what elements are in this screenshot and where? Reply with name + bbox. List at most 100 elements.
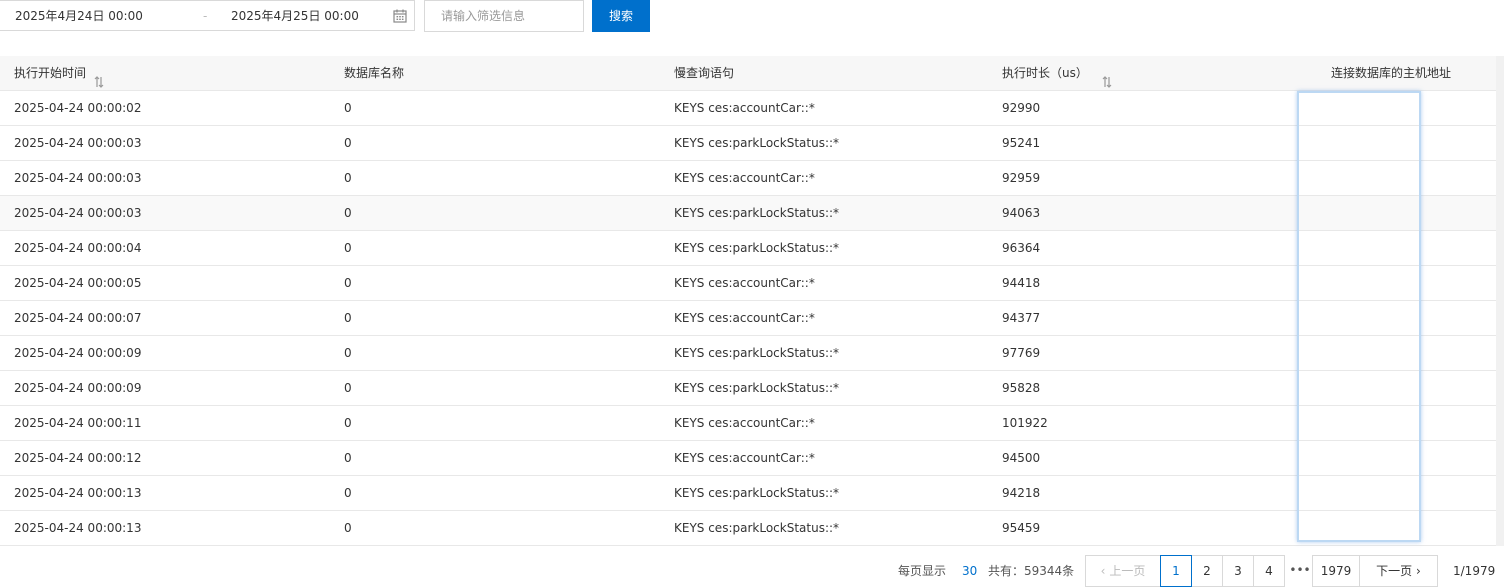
cell-db: 0	[344, 171, 352, 185]
date-range-picker[interactable]: 2025年4月24日 00:00 - 2025年4月25日 00:00	[0, 0, 415, 31]
table-row[interactable]: 2025-04-24 00:00:04 0 KEYS ces:parkLockS…	[0, 231, 1504, 266]
table-row[interactable]: 2025-04-24 00:00:09 0 KEYS ces:parkLockS…	[0, 336, 1504, 371]
next-page-label: 下一页	[1376, 564, 1413, 578]
table-row[interactable]: 2025-04-24 00:00:13 0 KEYS ces:parkLockS…	[0, 476, 1504, 511]
cell-duration: 92990	[1002, 101, 1041, 115]
cell-time: 2025-04-24 00:00:03	[14, 136, 142, 150]
cell-query: KEYS ces:parkLockStatus::*	[674, 381, 840, 395]
search-button[interactable]: 搜索	[592, 0, 650, 32]
chevron-left-icon: ‹	[1100, 564, 1106, 578]
cell-time: 2025-04-24 00:00:05	[14, 276, 142, 290]
cell-duration: 97769	[1002, 346, 1041, 360]
cell-query: KEYS ces:parkLockStatus::*	[674, 346, 840, 360]
total-count: 共有：59344条	[988, 564, 1075, 578]
cell-duration: 92959	[1002, 171, 1041, 185]
cell-db: 0	[344, 486, 352, 500]
cell-query: KEYS ces:accountCar::*	[674, 311, 815, 325]
table-body: 2025-04-24 00:00:02 0 KEYS ces:accountCa…	[0, 91, 1504, 546]
cell-time: 2025-04-24 00:00:02	[14, 101, 142, 115]
cell-duration: 94500	[1002, 451, 1041, 465]
cell-query: KEYS ces:parkLockStatus::*	[674, 206, 840, 220]
sort-icon[interactable]	[94, 67, 104, 88]
cell-db: 0	[344, 136, 352, 150]
column-header-start-time[interactable]: 执行开始时间	[14, 56, 104, 91]
calendar-icon[interactable]	[392, 8, 408, 24]
cell-time: 2025-04-24 00:00:11	[14, 416, 142, 430]
cell-time: 2025-04-24 00:00:03	[14, 171, 142, 185]
table-row[interactable]: 2025-04-24 00:00:11 0 KEYS ces:accountCa…	[0, 406, 1504, 441]
page-size-label: 每页显示	[898, 564, 947, 578]
prev-page-label: 上一页	[1109, 564, 1146, 578]
slow-query-table: 执行开始时间 数据库名称 慢查询语句 执行时长（us） 连接数据库的主机地址 2…	[0, 56, 1504, 546]
page-indicator: 1/1979	[1453, 564, 1496, 578]
cell-query: KEYS ces:accountCar::*	[674, 101, 815, 115]
cell-duration: 94218	[1002, 486, 1041, 500]
table-header: 执行开始时间 数据库名称 慢查询语句 执行时长（us） 连接数据库的主机地址	[0, 56, 1504, 91]
cell-time: 2025-04-24 00:00:13	[14, 486, 142, 500]
table-row[interactable]: 2025-04-24 00:00:12 0 KEYS ces:accountCa…	[0, 441, 1504, 476]
end-date[interactable]: 2025年4月25日 00:00	[231, 1, 359, 32]
chevron-right-icon: ›	[1416, 564, 1421, 578]
cell-db: 0	[344, 521, 352, 535]
cell-db: 0	[344, 416, 352, 430]
column-header-host: 连接数据库的主机地址	[1331, 66, 1452, 80]
slow-query-page: 2025年4月24日 00:00 - 2025年4月25日 00:00 搜索 执…	[0, 0, 1504, 588]
table-row[interactable]: 2025-04-24 00:00:05 0 KEYS ces:accountCa…	[0, 266, 1504, 301]
cell-db: 0	[344, 381, 352, 395]
table-row[interactable]: 2025-04-24 00:00:03 0 KEYS ces:parkLockS…	[0, 126, 1504, 161]
column-label: 执行开始时间	[14, 66, 87, 80]
column-label: 执行时长（us）	[1002, 66, 1088, 80]
column-header-duration[interactable]: 执行时长（us）	[1002, 56, 1112, 91]
cell-query: KEYS ces:parkLockStatus::*	[674, 136, 840, 150]
cell-time: 2025-04-24 00:00:09	[14, 381, 142, 395]
cell-duration: 94377	[1002, 311, 1041, 325]
cell-db: 0	[344, 206, 352, 220]
column-header-query: 慢查询语句	[674, 66, 735, 80]
page-button-2[interactable]: 2	[1191, 555, 1223, 587]
table-row[interactable]: 2025-04-24 00:00:13 0 KEYS ces:parkLockS…	[0, 511, 1504, 546]
table-row[interactable]: 2025-04-24 00:00:07 0 KEYS ces:accountCa…	[0, 301, 1504, 336]
prev-page-button[interactable]: ‹ 上一页	[1085, 555, 1161, 587]
cell-time: 2025-04-24 00:00:12	[14, 451, 142, 465]
pagination-ellipsis[interactable]: •••	[1288, 555, 1312, 587]
page-size-select[interactable]: 30	[962, 555, 977, 587]
table-row[interactable]: 2025-04-24 00:00:02 0 KEYS ces:accountCa…	[0, 91, 1504, 126]
page-button-3[interactable]: 3	[1222, 555, 1254, 587]
cell-db: 0	[344, 451, 352, 465]
start-date[interactable]: 2025年4月24日 00:00	[15, 1, 143, 32]
filter-input[interactable]	[424, 0, 584, 32]
page-button-last[interactable]: 1979	[1312, 555, 1360, 587]
table-scrollbar[interactable]	[1496, 56, 1504, 546]
cell-db: 0	[344, 346, 352, 360]
cell-time: 2025-04-24 00:00:13	[14, 521, 142, 535]
date-separator: -	[203, 9, 208, 23]
cell-time: 2025-04-24 00:00:09	[14, 346, 142, 360]
cell-query: KEYS ces:accountCar::*	[674, 416, 815, 430]
next-page-button[interactable]: 下一页 ›	[1359, 555, 1438, 587]
cell-query: KEYS ces:accountCar::*	[674, 171, 815, 185]
sort-icon[interactable]	[1102, 67, 1112, 88]
cell-duration: 95828	[1002, 381, 1041, 395]
table-row[interactable]: 2025-04-24 00:00:03 0 KEYS ces:accountCa…	[0, 161, 1504, 196]
column-header-db-name: 数据库名称	[344, 66, 405, 80]
cell-query: KEYS ces:parkLockStatus::*	[674, 241, 840, 255]
cell-query: KEYS ces:parkLockStatus::*	[674, 486, 840, 500]
table-row[interactable]: 2025-04-24 00:00:09 0 KEYS ces:parkLockS…	[0, 371, 1504, 406]
cell-duration: 95241	[1002, 136, 1041, 150]
cell-query: KEYS ces:accountCar::*	[674, 451, 815, 465]
cell-db: 0	[344, 311, 352, 325]
cell-query: KEYS ces:parkLockStatus::*	[674, 521, 840, 535]
cell-duration: 94418	[1002, 276, 1041, 290]
cell-duration: 96364	[1002, 241, 1041, 255]
page-button-4[interactable]: 4	[1253, 555, 1285, 587]
cell-db: 0	[344, 241, 352, 255]
cell-time: 2025-04-24 00:00:04	[14, 241, 142, 255]
table-row[interactable]: 2025-04-24 00:00:03 0 KEYS ces:parkLockS…	[0, 196, 1504, 231]
cell-time: 2025-04-24 00:00:07	[14, 311, 142, 325]
cell-query: KEYS ces:accountCar::*	[674, 276, 815, 290]
cell-duration: 95459	[1002, 521, 1041, 535]
cell-time: 2025-04-24 00:00:03	[14, 206, 142, 220]
cell-db: 0	[344, 101, 352, 115]
cell-db: 0	[344, 276, 352, 290]
page-button-1[interactable]: 1	[1160, 555, 1192, 587]
